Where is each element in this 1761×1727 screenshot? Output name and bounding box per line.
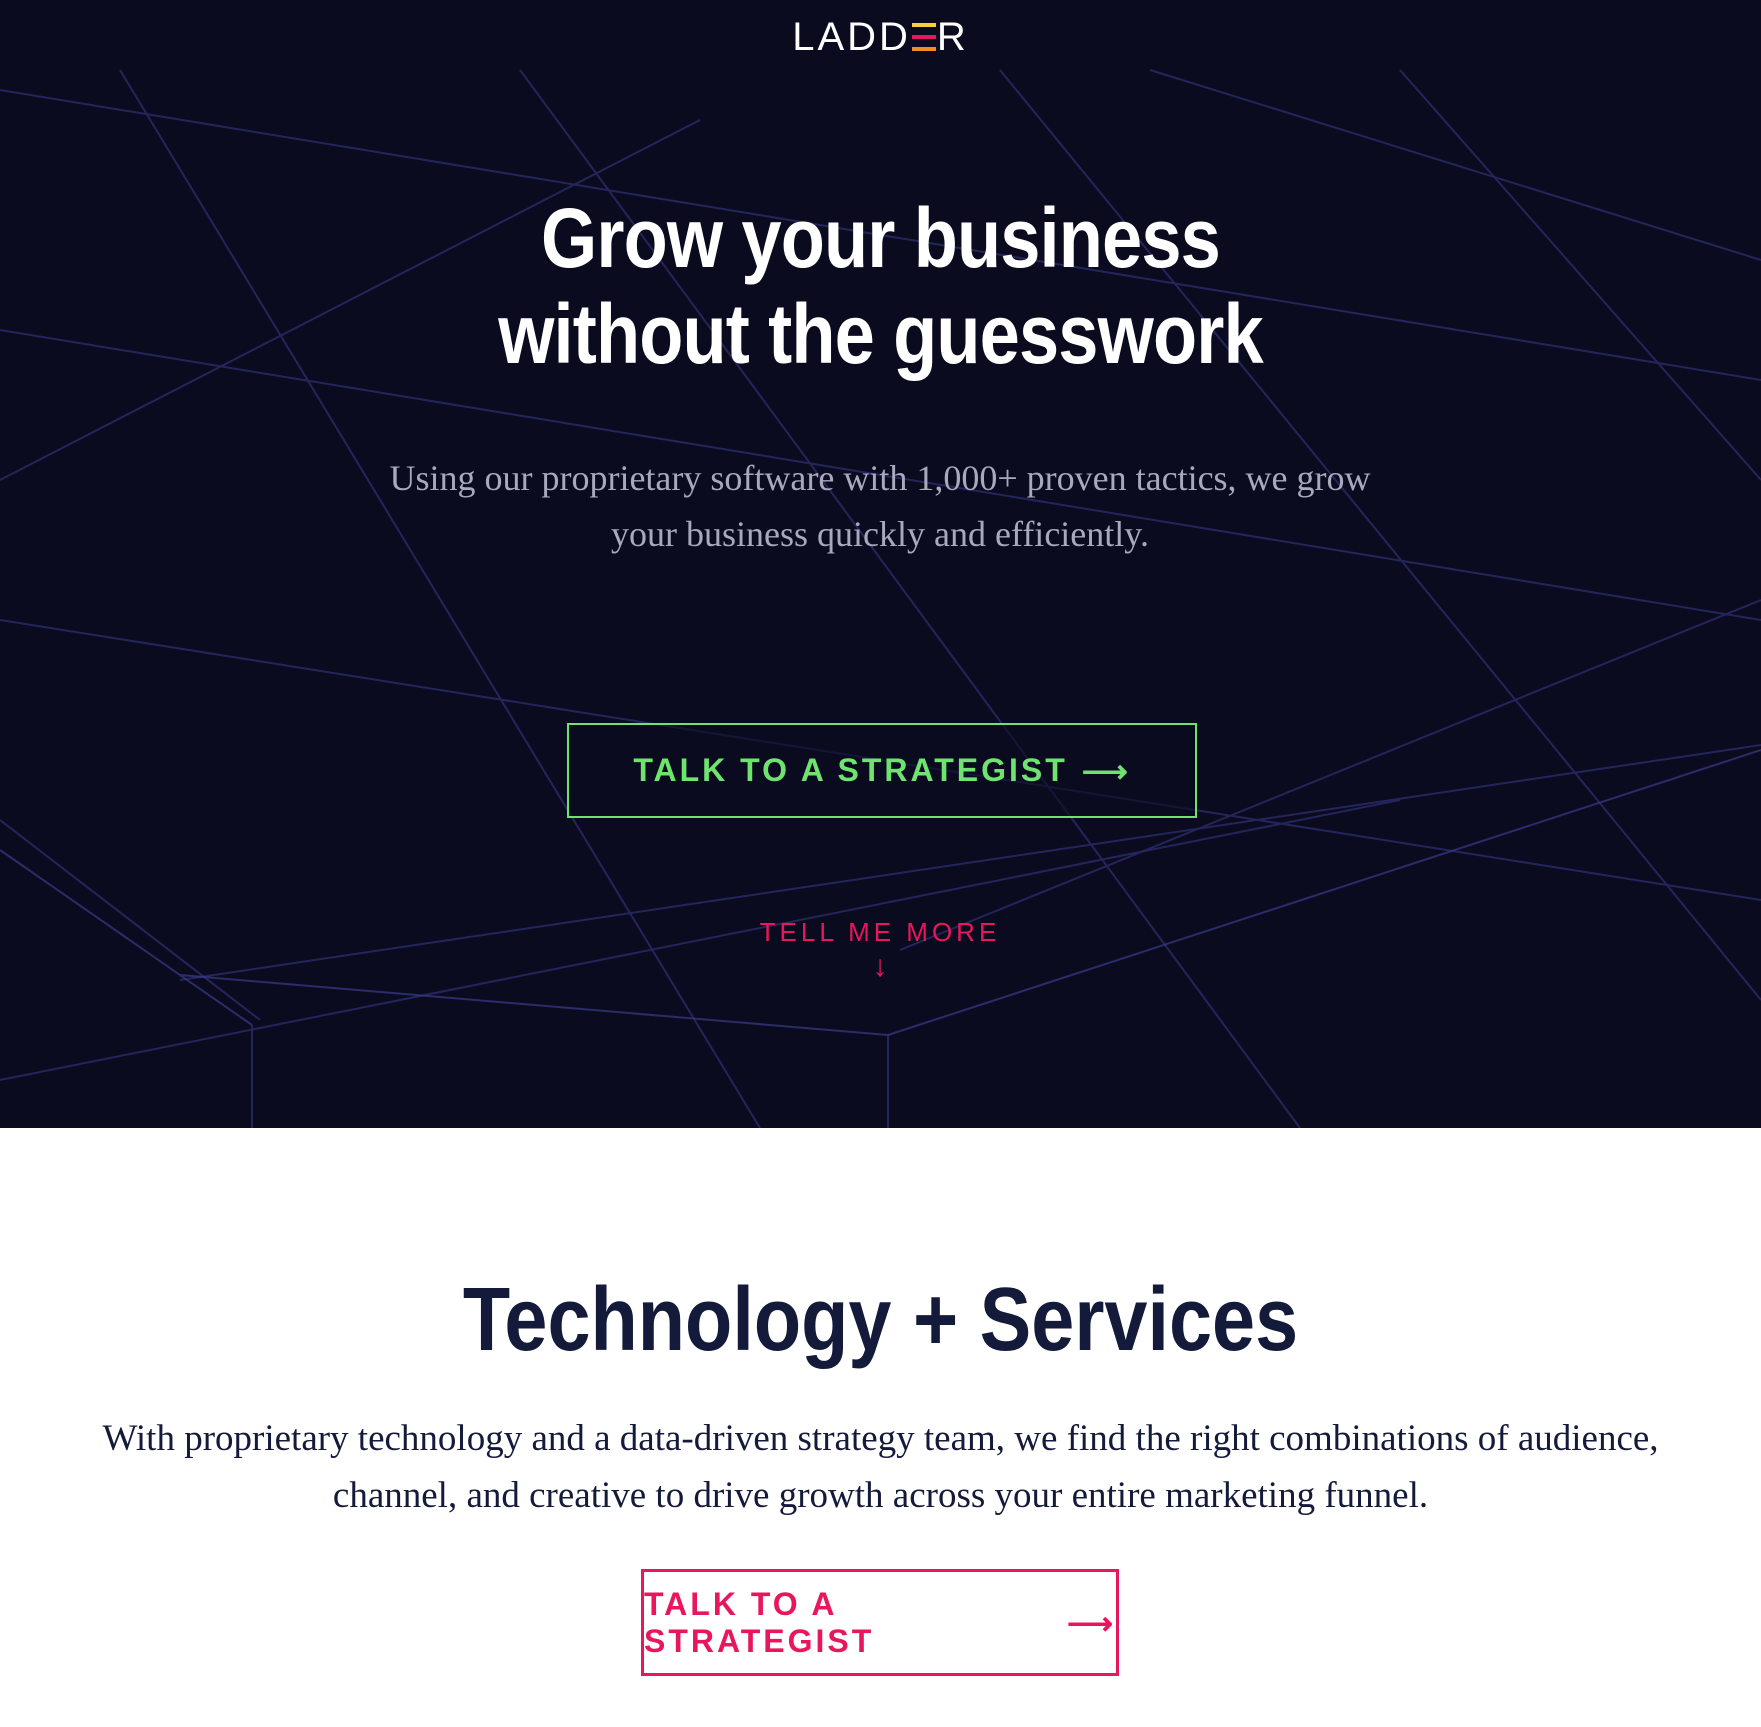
cta-label: TALK TO A STRATEGIST xyxy=(633,752,1068,788)
hero-title-line2: without the guesswork xyxy=(498,287,1263,381)
hero-title-line1: Grow your business xyxy=(541,191,1221,285)
logo-e-bar xyxy=(911,47,936,51)
arrow-right-icon: ⟶ xyxy=(1067,1604,1116,1641)
logo-e-bar xyxy=(911,23,936,27)
ladder-logo[interactable]: LADD R xyxy=(0,12,1761,62)
logo-text-prefix: LADD xyxy=(792,15,911,59)
talk-to-strategist-button-secondary[interactable]: TALK TO A STRATEGIST ⟶ xyxy=(641,1569,1119,1676)
logo-e-mark-icon xyxy=(911,21,936,53)
tell-me-more-link[interactable]: TELL ME MORE ↓ xyxy=(730,912,1030,982)
logo-text-suffix: R xyxy=(936,15,969,59)
hero-subtitle: Using our proprietary software with 1,00… xyxy=(389,458,1371,554)
services-title: Technology + Services xyxy=(462,1270,1299,1370)
cta-label: TALK TO A STRATEGIST xyxy=(644,1585,875,1659)
logo-e-bar xyxy=(911,35,936,39)
talk-to-strategist-button[interactable]: TALK TO A STRATEGIST ⟶ xyxy=(567,723,1197,818)
hero-title: Grow your business without the guesswork xyxy=(123,190,1637,382)
tell-me-more-label: TELL ME MORE xyxy=(759,917,1001,947)
services-description: With proprietary technology and a data-d… xyxy=(102,1418,1659,1516)
hero-section: LADD R Grow your business without the gue… xyxy=(0,0,1761,1128)
arrow-right-icon: ⟶ xyxy=(1081,752,1131,789)
arrow-down-icon: ↓ xyxy=(872,950,888,983)
